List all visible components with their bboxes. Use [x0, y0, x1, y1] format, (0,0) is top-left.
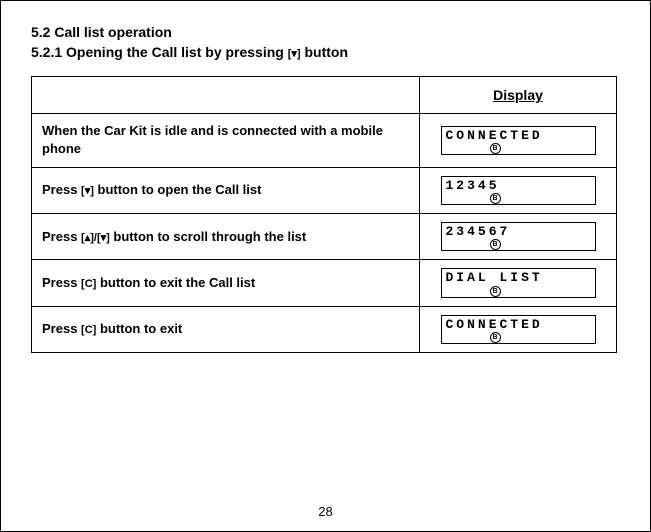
instr-text-post: button to scroll through the list	[110, 229, 306, 244]
lcd-display: DIAL LIST B	[441, 268, 596, 297]
lcd-text: CONNECTED	[446, 129, 591, 143]
page-number: 28	[1, 504, 650, 519]
instr-text-pre: Press	[42, 229, 81, 244]
instr-text-post: button to open the Call list	[94, 182, 262, 197]
lcd-text: DIAL LIST	[446, 271, 591, 285]
instruction-cell: Press [C] button to exit	[32, 306, 420, 352]
c-button-symbol: [C]	[81, 278, 96, 290]
lcd-status-row: B	[446, 193, 591, 203]
instr-text-pre: Press	[42, 182, 81, 197]
lcd-display: CONNECTED B	[441, 315, 596, 344]
table-header-row: Display	[32, 77, 617, 114]
display-cell: DIAL LIST B	[420, 260, 617, 306]
display-header: Display	[420, 77, 617, 114]
empty-header	[32, 77, 420, 114]
bluetooth-icon: B	[490, 143, 501, 154]
call-list-table: Display When the Car Kit is idle and is …	[31, 76, 617, 353]
heading2-suffix: button	[301, 44, 348, 60]
lcd-status-row: B	[446, 332, 591, 342]
display-cell: CONNECTED B	[420, 114, 617, 168]
table-row: Press [▴]/[▾] button to scroll through t…	[32, 214, 617, 260]
lcd-text: 12345	[446, 179, 591, 193]
section-heading-1: 5.2 Call list operation	[31, 23, 620, 43]
section-heading-2: 5.2.1 Opening the Call list by pressing …	[31, 43, 620, 63]
lcd-display: 234567 B	[441, 222, 596, 251]
lcd-display: CONNECTED B	[441, 126, 596, 155]
lcd-status-row: B	[446, 286, 591, 296]
display-cell: 234567 B	[420, 214, 617, 260]
lcd-text: 234567	[446, 225, 591, 239]
lcd-status-row: B	[446, 143, 591, 153]
bluetooth-icon: B	[490, 239, 501, 250]
instr-text-pre: Press	[42, 275, 81, 290]
instr-text-pre: When the Car Kit is idle and is connecte…	[42, 123, 383, 156]
instruction-cell: Press [▴]/[▾] button to scroll through t…	[32, 214, 420, 260]
instruction-cell: Press [▾] button to open the Call list	[32, 167, 420, 213]
display-cell: 12345 B	[420, 167, 617, 213]
bluetooth-icon: B	[490, 286, 501, 297]
heading2-prefix: 5.2.1 Opening the Call list by pressing	[31, 44, 288, 60]
page-frame: 5.2 Call list operation 5.2.1 Opening th…	[0, 0, 651, 532]
instruction-cell: Press [C] button to exit the Call list	[32, 260, 420, 306]
headings-block: 5.2 Call list operation 5.2.1 Opening th…	[31, 23, 620, 62]
instruction-cell: When the Car Kit is idle and is connecte…	[32, 114, 420, 168]
bluetooth-icon: B	[490, 193, 501, 204]
instr-text-post: button to exit the Call list	[96, 275, 255, 290]
table-row: Press [C] button to exit CONNECTED B	[32, 306, 617, 352]
table-row: When the Car Kit is idle and is connecte…	[32, 114, 617, 168]
c-button-symbol: [C]	[81, 324, 96, 336]
display-cell: CONNECTED B	[420, 306, 617, 352]
bluetooth-icon: B	[490, 332, 501, 343]
instr-text-post: button to exit	[96, 321, 182, 336]
up-down-button-symbol: [▴]/[▾]	[81, 232, 110, 244]
lcd-status-row: B	[446, 239, 591, 249]
table-row: Press [C] button to exit the Call list D…	[32, 260, 617, 306]
down-button-symbol: [▾]	[81, 185, 94, 197]
lcd-display: 12345 B	[441, 176, 596, 205]
instr-text-pre: Press	[42, 321, 81, 336]
lcd-text: CONNECTED	[446, 318, 591, 332]
down-button-symbol: [▾]	[288, 48, 301, 60]
table-row: Press [▾] button to open the Call list 1…	[32, 167, 617, 213]
